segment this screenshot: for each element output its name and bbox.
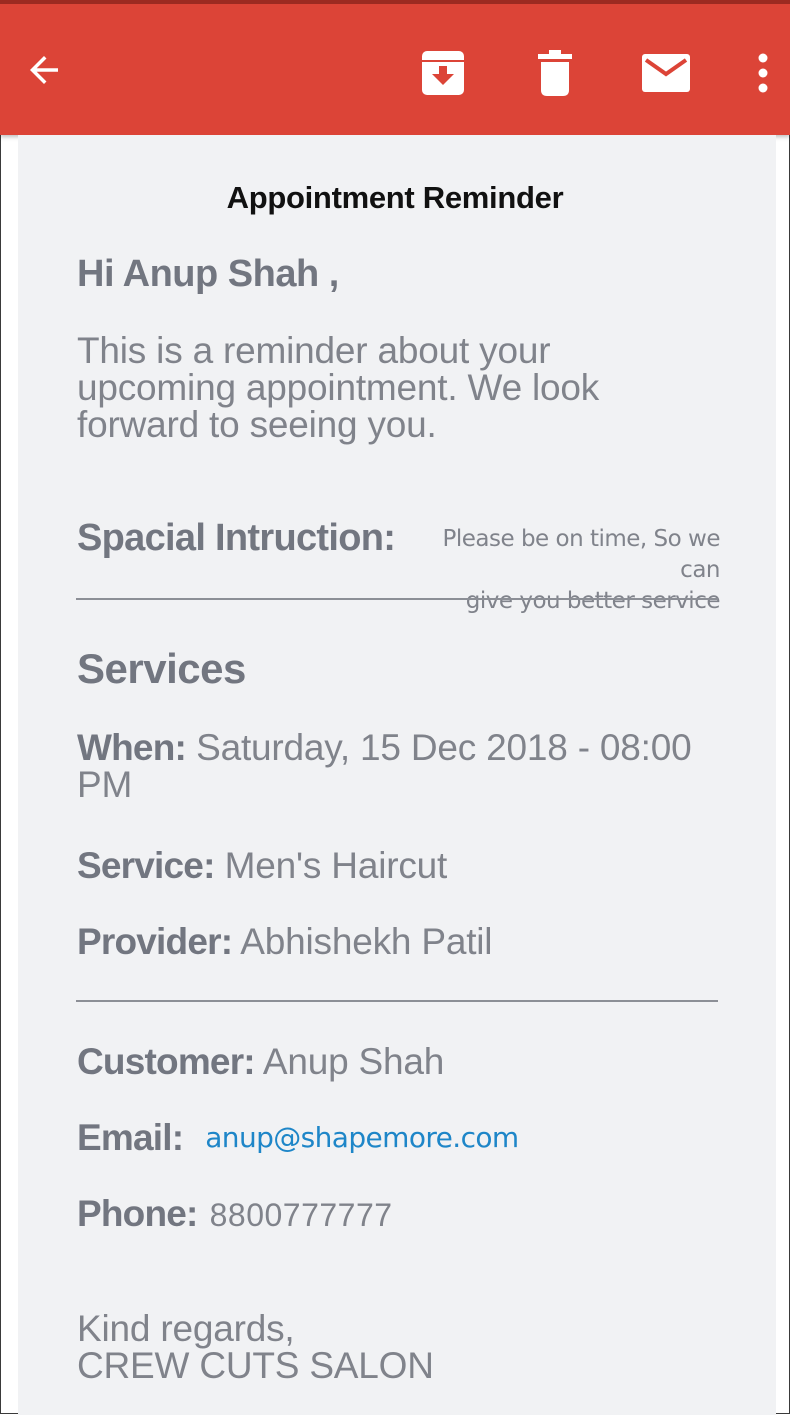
more-options-button[interactable] xyxy=(745,46,781,100)
when-row: When: Saturday, 15 Dec 2018 - 08:00 PM xyxy=(77,729,727,803)
salon-name: CREW CUTS SALON xyxy=(77,1345,434,1386)
provider-label: Provider: xyxy=(77,921,233,962)
customer-value: Anup Shah xyxy=(254,1041,445,1082)
archive-button[interactable] xyxy=(416,46,470,100)
divider xyxy=(76,1000,718,1002)
special-instruction-line-1: Please be on time, So we can xyxy=(442,526,721,583)
service-label: Service: xyxy=(77,845,215,886)
phone-label: Phone: xyxy=(77,1193,198,1234)
phone-value: 8800777777 xyxy=(209,1197,393,1233)
special-instruction-line-2: give you better service xyxy=(465,588,721,614)
email-row: Email: anup@shapemore.com xyxy=(77,1117,519,1159)
delete-icon xyxy=(538,50,572,96)
divider xyxy=(76,598,718,600)
customer-label: Customer: xyxy=(77,1041,256,1082)
service-row: Service: Men's Haircut xyxy=(77,845,447,887)
when-label: When: xyxy=(77,727,187,768)
mark-unread-button[interactable] xyxy=(636,46,696,100)
phone-row: Phone: 8800777777 xyxy=(77,1193,393,1235)
back-button[interactable] xyxy=(18,44,70,96)
service-value: Men's Haircut xyxy=(214,845,448,886)
mail-icon xyxy=(642,54,690,92)
closing: Kind regards, CREW CUTS SALON xyxy=(77,1310,434,1384)
archive-icon xyxy=(422,51,464,95)
services-heading: Services xyxy=(77,645,246,692)
intro-text: This is a reminder about your upcoming a… xyxy=(77,330,600,445)
customer-row: Customer: Anup Shah xyxy=(77,1041,444,1083)
top-app-bar xyxy=(0,0,790,135)
email-label: Email: xyxy=(77,1117,184,1158)
email-link[interactable]: anup@shapemore.com xyxy=(205,1121,519,1154)
closing-line-1: Kind regards, xyxy=(77,1308,295,1349)
special-instruction-label: Spacial Intruction: xyxy=(77,517,396,559)
delete-button[interactable] xyxy=(530,46,580,100)
back-arrow-icon xyxy=(30,56,58,84)
email-title: Appointment Reminder xyxy=(226,180,564,215)
provider-row: Provider: Abhishekh Patil xyxy=(77,921,493,963)
special-instruction-value: Please be on time, So we can give you be… xyxy=(400,524,721,617)
more-vert-icon xyxy=(758,53,768,93)
greeting: Hi Anup Shah , xyxy=(77,253,339,295)
provider-value: Abhishekh Patil xyxy=(232,921,493,962)
